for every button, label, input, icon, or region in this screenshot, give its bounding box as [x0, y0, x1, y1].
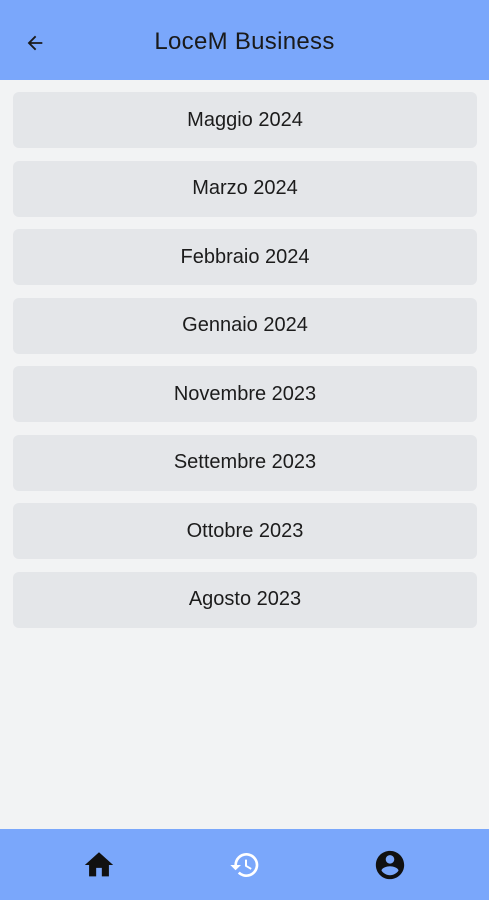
- month-item-novembre-2023[interactable]: Novembre 2023: [13, 366, 477, 422]
- month-list: Maggio 2024 Marzo 2024 Febbraio 2024 Gen…: [13, 92, 477, 640]
- month-item-gennaio-2024[interactable]: Gennaio 2024: [13, 297, 477, 354]
- month-item-settembre-2023[interactable]: Settembre 2023: [13, 434, 477, 491]
- month-item-febbraio-2024[interactable]: Febbraio 2024: [13, 229, 477, 285]
- month-item-agosto-2023[interactable]: Agosto 2023: [13, 571, 477, 628]
- home-icon: [84, 852, 114, 877]
- nav-history-button[interactable]: [227, 847, 263, 883]
- history-icon: [230, 853, 259, 877]
- nav-home-button[interactable]: [81, 847, 117, 883]
- app-title: LoceM Business: [154, 28, 335, 55]
- app-bar: LoceM Business: [0, 0, 489, 80]
- month-item-marzo-2024[interactable]: Marzo 2024: [13, 160, 477, 217]
- month-item-maggio-2024[interactable]: Maggio 2024: [13, 92, 477, 148]
- account-icon: [375, 850, 405, 880]
- nav-profile-button[interactable]: [372, 847, 408, 883]
- bottom-nav: [0, 829, 489, 900]
- month-item-ottobre-2023[interactable]: Ottobre 2023: [13, 503, 477, 559]
